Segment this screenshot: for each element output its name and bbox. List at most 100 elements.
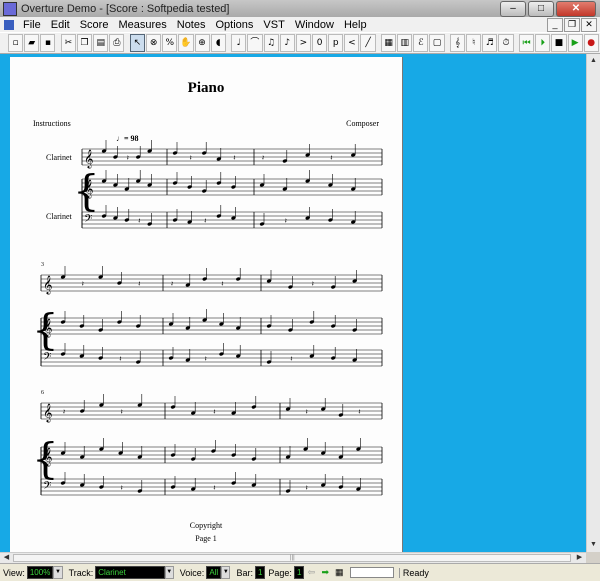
- zoom-icon[interactable]: ⊕: [194, 34, 210, 52]
- scroll-left-icon[interactable]: ◀: [0, 553, 13, 563]
- chord-grid-icon[interactable]: ▦: [381, 34, 397, 52]
- view-dropdown-icon[interactable]: ▼: [53, 566, 63, 579]
- instructions-text[interactable]: Instructions: [33, 119, 71, 128]
- forward-arrow-icon[interactable]: ➡: [320, 567, 330, 578]
- rest-symbol: 𝄽: [121, 484, 123, 492]
- menu-options[interactable]: Options: [211, 19, 259, 31]
- document-icon[interactable]: [4, 19, 14, 30]
- erase-icon[interactable]: ⊗: [146, 34, 162, 52]
- scrollbar-thumb[interactable]: |||: [13, 554, 571, 562]
- menu-edit[interactable]: Edit: [46, 19, 75, 31]
- rest-symbol: 𝄽: [262, 154, 264, 162]
- percent-icon[interactable]: %: [162, 34, 178, 52]
- notation-area[interactable]: {𝄞𝄞𝄢𝄽𝄽𝄽𝄽𝄽 𝄽𝄽𝄽{𝄞𝄞𝄢𝄽𝄽𝄽 𝄽𝄽𝄽𝄽𝄽{𝄞𝄞𝄢𝄽 𝄽𝄽𝄽𝄽𝄽𝄽𝄽: [10, 57, 402, 552]
- composer-text[interactable]: Composer: [346, 119, 379, 128]
- keyboard-icon[interactable]: ▥: [397, 34, 413, 52]
- doc-restore-button[interactable]: ❐: [564, 18, 580, 32]
- box-icon[interactable]: ▢: [429, 34, 445, 52]
- new-icon[interactable]: ▫: [8, 34, 24, 52]
- accent-icon[interactable]: >: [295, 34, 311, 52]
- menu-vst[interactable]: VST: [258, 19, 289, 31]
- cut-icon[interactable]: ✂: [60, 34, 77, 52]
- scroll-down-icon[interactable]: ▼: [587, 538, 600, 552]
- step-play-icon[interactable]: ⏵: [535, 34, 551, 52]
- beam-icon[interactable]: ♫: [263, 34, 279, 52]
- view-zoom-field[interactable]: 100%: [26, 566, 54, 579]
- staff-label-clarinet-piano[interactable]: Clarinet: [46, 212, 72, 221]
- rest-symbol: 𝄽: [358, 408, 360, 416]
- grid-icon[interactable]: ▦: [334, 567, 344, 578]
- rest-symbol: 𝄽: [138, 280, 140, 288]
- staff-icon[interactable]: ♮: [466, 34, 482, 52]
- record-icon[interactable]: ●: [583, 34, 599, 52]
- track-select[interactable]: Clarinet: [95, 566, 165, 579]
- menu-help[interactable]: Help: [339, 19, 372, 31]
- rest-symbol: 𝄽: [290, 355, 292, 363]
- treble-clef-symbol: 𝄞: [43, 275, 52, 295]
- open-folder-icon[interactable]: ▰: [24, 34, 40, 52]
- rest-symbol: 𝄽: [306, 484, 308, 492]
- menu-window[interactable]: Window: [290, 19, 339, 31]
- stop-icon[interactable]: ■: [551, 34, 567, 52]
- horizontal-scrollbar[interactable]: ◀ ||| ▶: [0, 552, 586, 563]
- copy-icon[interactable]: ❐: [77, 34, 93, 52]
- doc-minimize-button[interactable]: _: [547, 18, 563, 32]
- bar-field[interactable]: 1: [254, 566, 266, 579]
- tempo-marking[interactable]: ♩= 98: [116, 134, 139, 143]
- dynamics-icon[interactable]: p: [328, 34, 344, 52]
- rest-symbol: 𝄽: [330, 154, 332, 162]
- doc-close-button[interactable]: ✕: [581, 18, 597, 32]
- treble-clef-icon[interactable]: 𝄞: [450, 34, 466, 52]
- copyright-text[interactable]: Copyright: [10, 521, 402, 530]
- paste-icon[interactable]: ▤: [93, 34, 109, 52]
- back-arrow-icon[interactable]: ⇦: [306, 567, 316, 578]
- menu-bar: File Edit Score Measures Notes Options V…: [0, 17, 600, 32]
- bass-clef-symbol: 𝄢: [84, 213, 92, 228]
- grace-note-icon[interactable]: ♪: [279, 34, 295, 52]
- tie-icon[interactable]: ⌒: [247, 34, 263, 52]
- audio-icon[interactable]: ◖: [210, 34, 226, 52]
- grip-icon: |||: [290, 555, 295, 561]
- rest-symbol: 𝄽: [171, 280, 173, 288]
- vertical-scrollbar[interactable]: ▲ ▼: [586, 54, 600, 552]
- minimize-button[interactable]: –: [500, 1, 526, 17]
- close-button[interactable]: ✕: [556, 1, 596, 17]
- status-text: Ready: [398, 567, 600, 578]
- menu-file[interactable]: File: [18, 19, 46, 31]
- voice-dropdown-icon[interactable]: ▼: [221, 566, 231, 579]
- document-window-controls: _ ❐ ✕: [547, 18, 597, 32]
- treble-clef-symbol: 𝄞: [84, 149, 93, 169]
- score-page[interactable]: {𝄞 𝄞 𝄢 𝄽 𝄽 𝄽 𝄽 𝄽 𝄽 𝄽 𝄽{𝄞 𝄞 𝄢 𝄽 𝄽 𝄽 𝄽 𝄽 𝄽 𝄽 𝄽{𝄞 𝄞 𝄢 𝄽 𝄽 𝄽 𝄽 𝄽 𝄽 𝄽 𝄽 Pia…: [10, 57, 403, 552]
- menu-measures[interactable]: Measures: [113, 19, 171, 31]
- bar-label: Bar:: [236, 567, 253, 578]
- scroll-up-icon[interactable]: ▲: [587, 54, 600, 68]
- metronome-icon[interactable]: ⏱: [498, 34, 514, 52]
- rest-icon[interactable]: ♬: [482, 34, 498, 52]
- quarter-note-icon[interactable]: ♩: [231, 34, 247, 52]
- scroll-right-icon[interactable]: ▶: [573, 553, 586, 563]
- page-field[interactable]: 1: [293, 566, 305, 579]
- page-number: Page 1: [195, 534, 217, 543]
- expression-icon[interactable]: ℰ: [413, 34, 429, 52]
- hairpin-icon[interactable]: <: [344, 34, 360, 52]
- staff-label-clarinet[interactable]: Clarinet: [46, 153, 72, 162]
- menu-notes[interactable]: Notes: [172, 19, 211, 31]
- print-icon[interactable]: ⎙: [109, 34, 125, 52]
- voice-select[interactable]: All: [206, 566, 222, 579]
- workspace: {𝄞 𝄞 𝄢 𝄽 𝄽 𝄽 𝄽 𝄽 𝄽 𝄽 𝄽{𝄞 𝄞 𝄢 𝄽 𝄽 𝄽 𝄽 𝄽 𝄽 𝄽 𝄽{𝄞 𝄞 𝄢 𝄽 𝄽 𝄽 𝄽 𝄽 𝄽 𝄽 𝄽 Pia…: [0, 54, 586, 552]
- number-icon[interactable]: 0: [311, 34, 328, 52]
- rest-symbol: 𝄽: [285, 217, 287, 225]
- save-icon[interactable]: ▪: [40, 34, 56, 52]
- menu-score[interactable]: Score: [75, 19, 114, 31]
- rewind-icon[interactable]: ⏮: [519, 34, 535, 52]
- rest-symbol: 𝄽: [213, 408, 215, 416]
- select-arrow-icon[interactable]: ↖: [129, 34, 146, 52]
- play-icon[interactable]: ▶: [567, 34, 583, 52]
- maximize-button[interactable]: □: [528, 1, 554, 17]
- rest-symbol: 𝄽: [138, 217, 140, 225]
- track-dropdown-icon[interactable]: ▼: [164, 566, 174, 579]
- score-title[interactable]: Piano: [10, 80, 402, 97]
- line-icon[interactable]: ╱: [360, 34, 376, 52]
- treble-clef-symbol: 𝄞: [43, 403, 52, 423]
- hand-icon[interactable]: ✋: [178, 34, 194, 52]
